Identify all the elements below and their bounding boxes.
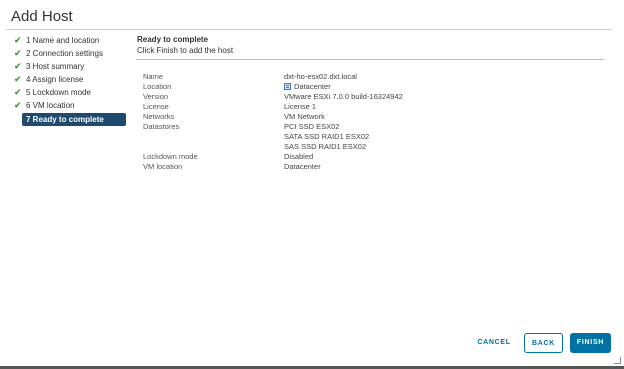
row-key: Name [143,72,164,81]
summary-row-lockdown: Lockdown mode Disabled [143,152,583,162]
row-key: Version [143,92,169,101]
title-divider [6,29,612,30]
finish-button[interactable]: FINISH [570,333,611,353]
step-label: 6 VM location [26,101,75,110]
step-connection-settings[interactable]: ✔ 2 Connection settings [14,47,130,60]
checkmark-icon: ✔ [14,35,22,45]
checkmark-icon: ✔ [14,61,22,71]
step-name-and-location[interactable]: ✔ 1 Name and location [14,34,130,47]
row-value: Datacenter [294,82,331,91]
step-label: 5 Lockdown mode [26,88,91,97]
row-key: Lockdown mode [143,152,198,161]
dialog-title: Add Host [11,8,73,25]
row-value: License 1 [284,102,317,111]
row-key: Datastores [143,122,180,131]
wizard-steps: ✔ 1 Name and location ✔ 2 Connection set… [14,34,130,126]
step-ready-to-complete[interactable]: 7 Ready to complete [22,113,126,126]
row-value: Disabled [284,152,314,161]
step-label: 3 Host summary [26,62,85,71]
row-value: dxt-ho-esx02.dxt.local [284,72,357,81]
page-subtitle: Click Finish to add the host [137,46,234,55]
datacenter-icon [284,83,291,90]
summary-row-location: Location Datacenter [143,82,583,92]
back-button[interactable]: BACK [524,333,563,353]
summary-row-vm-location: VM location Datacenter [143,162,583,172]
summary-row-version: Version VMware ESXi 7.0.0 build-16324942 [143,92,583,102]
row-value: Datacenter [284,162,321,171]
step-host-summary[interactable]: ✔ 3 Host summary [14,60,130,73]
resize-grip-icon[interactable] [614,357,621,364]
checkmark-icon: ✔ [14,100,22,110]
row-value: SAS SSD RAID1 ESX02 [284,142,367,151]
row-value: PCI SSD ESX02 [284,122,340,131]
row-key: Location [143,82,172,91]
row-value: VMware ESXi 7.0.0 build-16324942 [284,92,403,101]
summary-row-datastores-3: SAS SSD RAID1 ESX02 [143,142,583,152]
summary-row-networks: Networks VM Network [143,112,583,122]
summary-row-datastores-2: SATA SSD RAID1 ESX02 [143,132,583,142]
page-title: Ready to complete [137,35,209,44]
step-assign-license[interactable]: ✔ 4 Assign license [14,73,130,86]
add-host-dialog: Add Host ✔ 1 Name and location ✔ 2 Conne… [0,0,624,369]
step-lockdown-mode[interactable]: ✔ 5 Lockdown mode [14,86,130,99]
summary-table: Name dxt-ho-esx02.dxt.local Location Dat… [143,72,583,172]
step-label: 4 Assign license [26,75,84,84]
checkmark-icon: ✔ [14,48,22,58]
checkmark-icon: ✔ [14,74,22,84]
step-label: 7 Ready to complete [26,115,104,124]
section-divider [136,59,604,60]
summary-row-datastores: Datastores PCI SSD ESX02 [143,122,583,132]
row-value-wrap: Datacenter [284,82,331,92]
row-value: SATA SSD RAID1 ESX02 [284,132,370,141]
row-value: VM Network [284,112,325,121]
step-label: 2 Connection settings [26,49,103,58]
row-key: License [143,102,169,111]
step-label: 1 Name and location [26,36,100,45]
checkmark-icon: ✔ [14,87,22,97]
summary-row-name: Name dxt-ho-esx02.dxt.local [143,72,583,82]
step-vm-location[interactable]: ✔ 6 VM location [14,99,130,112]
cancel-button[interactable]: CANCEL [472,333,516,353]
row-key: VM location [143,162,183,171]
summary-row-license: License License 1 [143,102,583,112]
row-key: Networks [143,112,175,121]
